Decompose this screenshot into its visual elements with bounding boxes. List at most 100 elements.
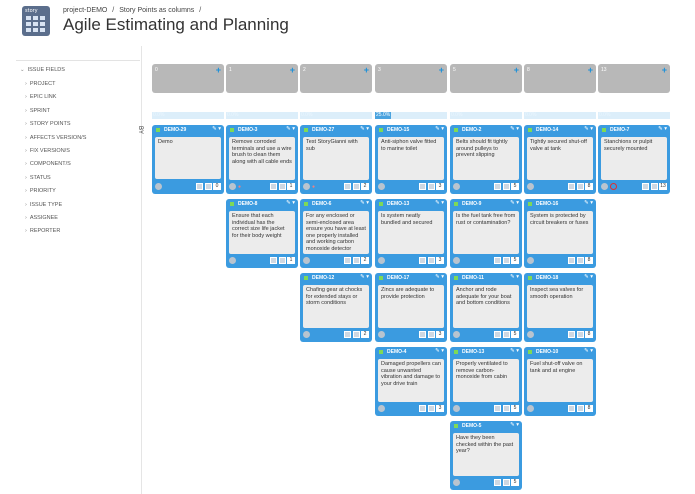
sidebar-item-affects-version-s[interactable]: › AFFECTS VERSION/S [25,135,86,141]
sidebar-item-story-points[interactable]: › STORY POINTS [25,121,71,127]
sidebar-item-project[interactable]: › PROJECT [25,81,56,87]
issue-key[interactable]: DEMO-17 [387,275,409,281]
issue-card[interactable]: DEMO-2 ✎ ▾ Belts should fit tightly around… [450,125,522,194]
issue-card[interactable]: DEMO-17 ✎ ▾ Zincs are adequate to provide … [375,273,447,342]
edit-pencil-icon[interactable]: ✎ ▾ [360,274,369,280]
issue-key[interactable]: DEMO-27 [312,127,334,133]
issue-key[interactable]: DEMO-10 [536,349,558,355]
sidebar-item-sprint[interactable]: › SPRINT [25,108,50,114]
edit-pencil-icon[interactable]: ✎ ▾ [435,274,444,280]
issue-key[interactable]: DEMO-3 [238,127,257,133]
issue-card[interactable]: DEMO-29 ✎ ▾ Demo 0 [152,125,224,194]
edit-pencil-icon[interactable]: ✎ ▾ [584,274,593,280]
issue-summary: Test StoryGianni with sub [303,137,369,180]
issue-key[interactable]: DEMO-8 [238,201,257,207]
issue-key[interactable]: DEMO-29 [164,127,186,133]
issue-card[interactable]: DEMO-13 ✎ ▾ Properly ventilated to remove … [450,347,522,416]
breadcrumb-view[interactable]: Story Points as columns [119,7,194,14]
edit-pencil-icon[interactable]: ✎ ▾ [435,126,444,132]
issue-card[interactable]: DEMO-8 ✎ ▾ Ensure that each individual has… [226,199,298,268]
sidebar-item-label: ISSUE TYPE [29,201,63,208]
issue-card[interactable]: DEMO-7 ✎ ▾ Stanchions or pulpit securely m… [598,125,670,194]
sidebar-item-issue-type[interactable]: › ISSUE TYPE [25,202,62,208]
add-issue-plus-icon[interactable]: + [290,65,295,75]
issue-summary: Zincs are adequate to provide protection [378,285,444,328]
edit-pencil-icon[interactable]: ✎ ▾ [510,200,519,206]
issue-key[interactable]: DEMO-5 [462,423,481,429]
add-issue-plus-icon[interactable]: + [588,65,593,75]
issue-summary: Belts should fit tightly around pulleys … [453,137,519,180]
issue-key[interactable]: DEMO-9 [462,201,481,207]
column-value: 13 [601,67,607,73]
issue-card[interactable]: DEMO-9 ✎ ▾ Is the fuel tank free from rust… [450,199,522,268]
edit-pencil-icon[interactable]: ✎ ▾ [286,200,295,206]
issue-key[interactable]: DEMO-13 [387,201,409,207]
breadcrumb-project[interactable]: project-DEMO [63,7,107,14]
edit-pencil-icon[interactable]: ✎ ▾ [658,126,667,132]
issue-key[interactable]: DEMO-16 [536,201,558,207]
issue-card[interactable]: DEMO-18 ✎ ▾ Inspect sea valves for smooth … [524,273,596,342]
issue-key[interactable]: DEMO-15 [387,127,409,133]
add-issue-plus-icon[interactable]: + [216,65,221,75]
issue-key[interactable]: DEMO-2 [462,127,481,133]
issue-key[interactable]: DEMO-7 [610,127,629,133]
issue-card[interactable]: DEMO-12 ✎ ▾ Chafing gear at chocks for ext… [300,273,372,342]
issue-card[interactable]: DEMO-6 ✎ ▾ For any enclosed or semi-enclos… [300,199,372,268]
sidebar-item-label: FIX VERSION/S [29,148,70,154]
issue-key[interactable]: DEMO-14 [536,127,558,133]
edit-pencil-icon[interactable]: ✎ ▾ [584,348,593,354]
sidebar-item-fix-version-s[interactable]: › FIX VERSION/S [25,148,70,154]
issue-key[interactable]: DEMO-13 [462,349,484,355]
edit-pencil-icon[interactable]: ✎ ▾ [510,422,519,428]
issue-key[interactable]: DEMO-11 [462,275,484,281]
sidebar-item-reporter[interactable]: › REPORTER [25,228,60,234]
issue-summary: Anti-siphon valve fitted to marine toile… [378,137,444,180]
avatar-icon [303,257,310,264]
add-issue-plus-icon[interactable]: + [662,65,667,75]
add-issue-plus-icon[interactable]: + [439,65,444,75]
issue-card[interactable]: DEMO-3 ✎ ▾ Remove corroded terminals and u… [226,125,298,194]
issue-card[interactable]: DEMO-14 ✎ ▾ Tightly secured shut-off valve… [524,125,596,194]
issue-key[interactable]: DEMO-4 [387,349,406,355]
user-avatar-icon [568,405,575,412]
column-progress: 0.0% [152,112,224,119]
issue-card[interactable]: DEMO-5 ✎ ▾ Have they been checked within t… [450,421,522,490]
edit-pencil-icon[interactable]: ✎ ▾ [435,200,444,206]
issue-key[interactable]: DEMO-12 [312,275,334,281]
issue-card[interactable]: DEMO-27 ✎ ▾ Test StoryGianni with sub ● 2 [300,125,372,194]
edit-pencil-icon[interactable]: ✎ ▾ [510,274,519,280]
sidebar-heading[interactable]: ⌄ ISSUE FIELDS [20,67,65,73]
avatar-icon [527,331,534,338]
edit-pencil-icon[interactable]: ✎ ▾ [584,126,593,132]
issue-card[interactable]: DEMO-11 ✎ ▾ Anchor and rode adequate for y… [450,273,522,342]
user-avatar-icon [419,257,426,264]
edit-pencil-icon[interactable]: ✎ ▾ [510,348,519,354]
edit-pencil-icon[interactable]: ✎ ▾ [435,348,444,354]
issue-card[interactable]: DEMO-13 ✎ ▾ Is system neatly bundled and s… [375,199,447,268]
add-issue-plus-icon[interactable]: + [364,65,369,75]
sidebar-item-epic-link[interactable]: › EPIC LINK [25,94,56,100]
edit-pencil-icon[interactable]: ✎ ▾ [212,126,221,132]
issue-key[interactable]: DEMO-6 [312,201,331,207]
issue-card[interactable]: DEMO-15 ✎ ▾ Anti-siphon valve fitted to ma… [375,125,447,194]
edit-pencil-icon[interactable]: ✎ ▾ [360,200,369,206]
edit-pencil-icon[interactable]: ✎ ▾ [360,126,369,132]
sidebar-item-status[interactable]: › STATUS [25,175,51,181]
sidebar-heading-label: ISSUE FIELDS [27,67,65,73]
issue-card[interactable]: DEMO-4 ✎ ▾ Damaged propellers can cause un… [375,347,447,416]
issue-card[interactable]: DEMO-16 ✎ ▾ System is protected by circuit… [524,199,596,268]
sidebar-item-assignee[interactable]: › ASSIGNEE [25,215,58,221]
card-footer: 5 [453,257,519,265]
add-issue-plus-icon[interactable]: + [514,65,519,75]
issue-key[interactable]: DEMO-18 [536,275,558,281]
edit-pencil-icon[interactable]: ✎ ▾ [584,200,593,206]
story-points-badge: 2 [361,183,369,190]
chevron-right-icon: › [25,94,27,101]
sidebar-item-label: STATUS [29,174,51,181]
sidebar-item-component-s[interactable]: › COMPONENT/S [25,161,71,167]
edit-pencil-icon[interactable]: ✎ ▾ [286,126,295,132]
issue-card[interactable]: DEMO-10 ✎ ▾ Fuel shut-off valve on tank an… [524,347,596,416]
sidebar-item-priority[interactable]: › PRIORITY [25,188,56,194]
edit-pencil-icon[interactable]: ✎ ▾ [510,126,519,132]
card-header: DEMO-13 ✎ ▾ [375,199,447,209]
